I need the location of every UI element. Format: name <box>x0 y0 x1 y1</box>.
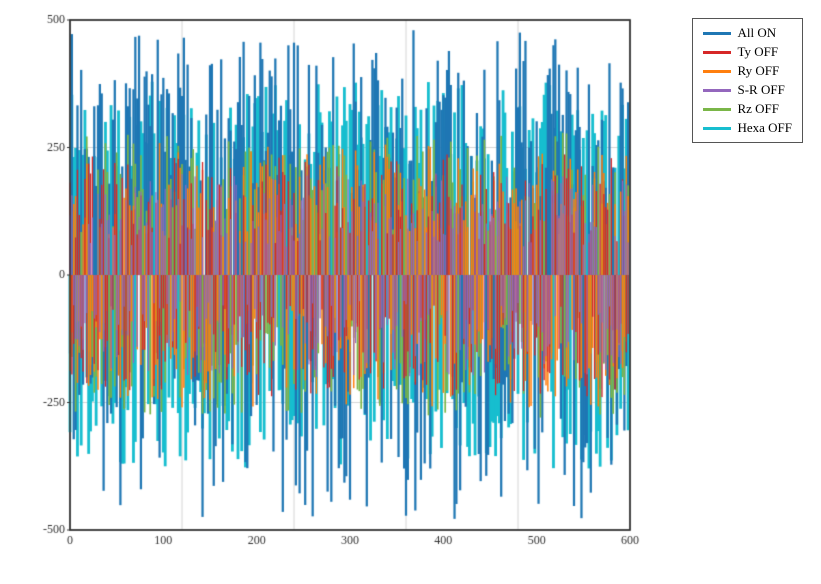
legend-label-hexa-off: Hexa OFF <box>737 120 792 136</box>
legend-item-ty-off: Ty OFF <box>703 44 792 60</box>
legend-item-ry-off: Ry OFF <box>703 63 792 79</box>
chart-container: All ON Ty OFF Ry OFF S-R OFF Rz OFF Hexa OFF <box>0 0 821 584</box>
legend-label-sr-off: S-R OFF <box>737 82 784 98</box>
legend-item-rz-off: Rz OFF <box>703 101 792 117</box>
legend-label-all-on: All ON <box>737 25 776 41</box>
legend-label-rz-off: Rz OFF <box>737 101 779 117</box>
legend-label-ry-off: Ry OFF <box>737 63 779 79</box>
legend-item-hexa-off: Hexa OFF <box>703 120 792 136</box>
legend-color-hexa-off <box>703 127 731 130</box>
legend-color-all-on <box>703 32 731 35</box>
legend-label-ty-off: Ty OFF <box>737 44 778 60</box>
legend-color-sr-off <box>703 89 731 92</box>
legend-item-all-on: All ON <box>703 25 792 41</box>
legend-item-sr-off: S-R OFF <box>703 82 792 98</box>
chart-legend: All ON Ty OFF Ry OFF S-R OFF Rz OFF Hexa OFF <box>692 18 803 143</box>
legend-color-ry-off <box>703 70 731 73</box>
legend-color-ty-off <box>703 51 731 54</box>
legend-color-rz-off <box>703 108 731 111</box>
